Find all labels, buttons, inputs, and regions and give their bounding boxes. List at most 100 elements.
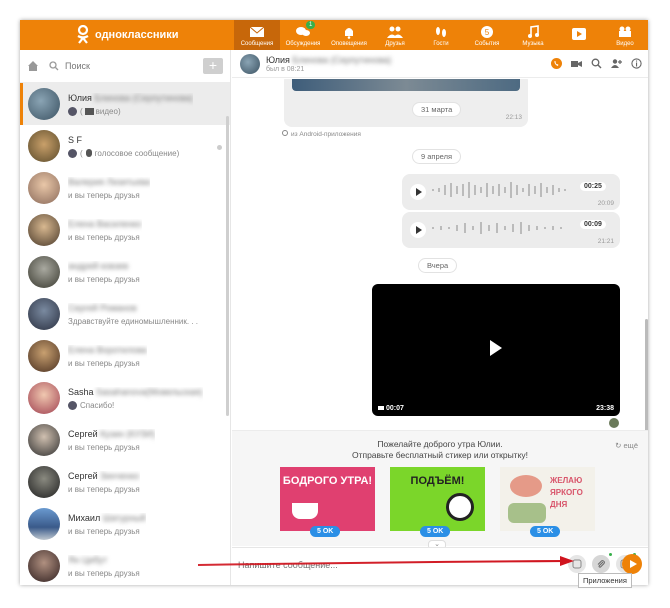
camera-icon [378, 406, 384, 410]
avatar [28, 88, 60, 120]
avatar [28, 298, 60, 330]
chat-name-blurred: Шатурный [102, 512, 146, 523]
nav-label: События [474, 41, 500, 47]
waveform[interactable] [432, 182, 572, 198]
nav-video[interactable]: Видео [602, 20, 648, 50]
chat-name: Юлия [68, 92, 92, 103]
play-button[interactable] [410, 184, 426, 200]
sticker-price[interactable]: 5 OK [310, 526, 341, 537]
chat-name-blurred: Sasahanova(Мовельская) [96, 386, 203, 397]
footprints-icon [436, 27, 446, 37]
play-square-icon [572, 27, 586, 40]
nav-label: Гости [433, 41, 449, 47]
chat-info: S F (голосовое сообщение) [68, 135, 179, 158]
search-icon[interactable] [591, 58, 602, 69]
sticker-card[interactable]: БОДРОГО УТРА! 5 OK [280, 467, 375, 537]
sidebar-scrollbar[interactable] [226, 116, 229, 416]
attach-apps-button[interactable] [592, 555, 610, 573]
events-icon: 5 [481, 26, 493, 38]
phone-icon[interactable] [551, 58, 562, 69]
message-time: 20:09 [597, 200, 614, 207]
chat-item[interactable]: S F (голосовое сообщение) [20, 125, 230, 167]
waveform[interactable] [432, 220, 572, 236]
contact-name: Юлия [266, 54, 290, 65]
nav-notifications[interactable]: Оповещения [326, 20, 372, 50]
nav-label: Видео [616, 41, 634, 47]
chat-item[interactable]: Елена Воротилова и вы теперь друзья [20, 335, 230, 377]
nav-discussions[interactable]: 1 Обсуждения [280, 20, 326, 50]
suggestion-text: Пожелайте доброго утра Юлии. [377, 439, 503, 449]
nav-label: Друзья [385, 41, 405, 47]
mini-avatar [68, 106, 77, 116]
sent-via-label: из Android-приложения [291, 131, 361, 138]
nav-messages[interactable]: Сообщения [234, 20, 280, 50]
video-clip-icon [84, 107, 94, 115]
chat-name: S F [68, 134, 83, 145]
nav-label: Обсуждения [285, 41, 321, 47]
video-duration: 00:07 [386, 405, 404, 412]
android-icon [282, 130, 288, 136]
nav-friends[interactable]: Друзья [372, 20, 418, 50]
chat-name-blurred: Валерия Лизитьева [68, 176, 151, 187]
coffee-cup-icon [292, 503, 318, 519]
sticker-text: ЖЕЛАЮ ЯРКОГО ДНЯ [550, 476, 583, 509]
chat-preview: и вы теперь друзья [68, 568, 140, 578]
info-icon[interactable] [631, 58, 642, 69]
flowers-icon [508, 503, 546, 523]
chat-item[interactable]: Юлия Блинова (Серпутинова) (видео) [20, 83, 230, 125]
app-name: одноклассники [95, 29, 179, 41]
chat-preview: голосовое сообщение) [94, 148, 180, 158]
sticker-suggestion-panel: Пожелайте доброго утра Юлии. Отправьте б… [232, 430, 648, 550]
nav-video-player-button[interactable] [556, 20, 602, 50]
new-chat-button[interactable]: + [203, 58, 223, 74]
chat-item[interactable]: Sasha Sasahanova(Мовельская) Спасибо! [20, 377, 230, 419]
chat-preview: видео) [95, 106, 121, 116]
chat-item[interactable]: Елена Василенко и вы теперь друзья [20, 209, 230, 251]
chat-name: Сергей [68, 470, 98, 481]
microphone-icon [85, 149, 92, 157]
butterfly-icon [510, 475, 542, 497]
chat-name: Sasha [68, 386, 94, 397]
music-note-icon [528, 25, 539, 38]
chat-header: Юлия Блинова (Серпутинова) был в 08:21 [232, 50, 648, 78]
video-message[interactable]: 00:07 23:38 [372, 284, 620, 416]
avatar [28, 130, 60, 162]
chat-item[interactable]: Михаил Шатурный и вы теперь друзья [20, 503, 230, 545]
chat-item[interactable]: андрей ковзев и вы теперь друзья [20, 251, 230, 293]
nav-music[interactable]: Музыка [510, 20, 556, 50]
chat-item[interactable]: Сергей Зинченко и вы теперь друзья [20, 461, 230, 503]
chat-name-blurred: Ян Цибут [68, 554, 108, 565]
online-dot [609, 553, 612, 556]
unread-dot [217, 145, 222, 150]
send-button[interactable] [622, 554, 642, 574]
photo-preview[interactable] [292, 79, 520, 91]
more-link: ещё [623, 441, 638, 450]
chat-name-blurred: Сергей Романов [68, 302, 137, 313]
sticker-text: БОДРОГО УТРА! [282, 475, 373, 487]
avatar [28, 340, 60, 372]
nav-guests[interactable]: Гости [418, 20, 464, 50]
ok-logo[interactable]: одноклассники [20, 25, 234, 45]
search-input[interactable] [65, 61, 185, 71]
chat-preview: и вы теперь друзья [68, 526, 140, 536]
nav-label: Музыка [522, 41, 544, 47]
avatar [28, 550, 60, 582]
chat-preview: и вы теперь друзья [68, 274, 140, 284]
chat-item[interactable]: Валерия Лизитьева и вы теперь друзья [20, 167, 230, 209]
play-button[interactable] [410, 222, 426, 238]
chat-item[interactable]: Сергей Кузин (КУЗИ) и вы теперь друзья [20, 419, 230, 461]
add-person-icon[interactable] [611, 58, 622, 69]
photo-message[interactable]: 31 марта 22:13 [284, 79, 528, 127]
sticker-price[interactable]: 5 OK [530, 526, 561, 537]
home-icon[interactable] [27, 60, 39, 72]
sticker-price[interactable]: 5 OK [420, 526, 451, 537]
sticker-card[interactable]: ЖЕЛАЮ ЯРКОГО ДНЯ 5 OK [500, 467, 595, 537]
contact-avatar[interactable] [240, 53, 260, 74]
sticker-text: ПОДЪЁМ! [410, 475, 465, 487]
video-play-icon[interactable] [490, 340, 502, 356]
chat-item[interactable]: Сергей Романов Здравствуйте единомышленни… [20, 293, 230, 335]
contact-status: был в 08:21 [266, 65, 305, 73]
video-call-icon[interactable] [571, 58, 582, 69]
nav-events[interactable]: 5 События [464, 20, 510, 50]
sticker-card[interactable]: ПОДЪЁМ! 5 OK [390, 467, 485, 537]
